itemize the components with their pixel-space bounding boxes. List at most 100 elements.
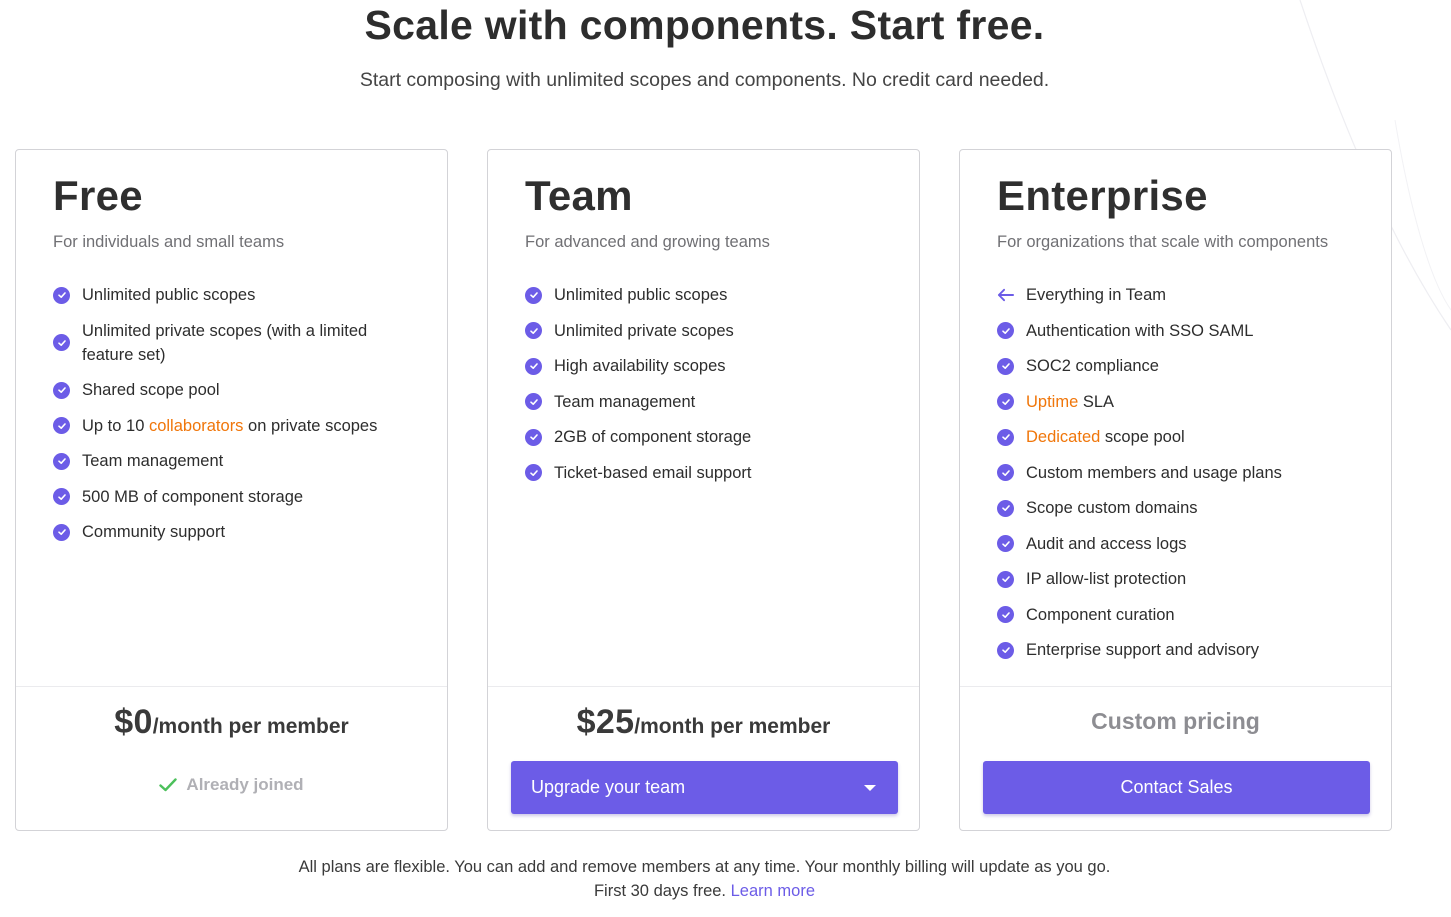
feature-text: Unlimited private scopes <box>554 321 734 340</box>
check-circle-icon <box>53 417 70 434</box>
feature-list: Everything in Team Authentication with S… <box>997 283 1367 674</box>
feature-item: Team management <box>525 390 895 414</box>
check-circle-icon <box>997 535 1014 552</box>
feature-item: Unlimited public scopes <box>525 283 895 307</box>
card-divider <box>960 686 1391 687</box>
price-period: /month per member <box>634 715 831 738</box>
check-circle-icon <box>997 570 1014 588</box>
plan-card-free: Free For individuals and small teams Unl… <box>15 149 448 831</box>
check-circle-icon <box>53 286 70 304</box>
feature-item: Everything in Team <box>997 283 1367 307</box>
plan-price: $25/month per member <box>488 703 919 742</box>
plan-name: Enterprise <box>997 172 1208 219</box>
feature-text-post: SLA <box>1078 392 1115 411</box>
button-label: Contact Sales <box>1120 777 1233 797</box>
feature-text: Enterprise support and advisory <box>1026 641 1259 659</box>
arrow-left-icon <box>997 287 1014 304</box>
card-divider <box>16 686 447 687</box>
plan-description: For individuals and small teams <box>53 233 285 251</box>
check-circle-icon <box>997 464 1014 481</box>
check-circle-icon <box>997 393 1014 410</box>
feature-text: 2GB of component storage <box>554 428 752 446</box>
caret-down-icon <box>864 784 876 791</box>
plan-description: For organizations that scale with compon… <box>997 233 1329 251</box>
feature-item: 500 MB of component storage <box>53 485 423 509</box>
check-circle-icon <box>997 641 1014 659</box>
feature-text: Dedicated scope pool <box>1026 425 1185 449</box>
plan-name: Team <box>525 172 633 219</box>
check-circle-icon <box>997 322 1014 339</box>
feature-text-pre: Up to 10 <box>82 416 149 435</box>
feature-item: Custom members and usage plans <box>997 461 1367 485</box>
feature-item: Unlimited private scopes <box>525 319 895 343</box>
check-circle-icon <box>53 334 70 351</box>
feature-text: Team management <box>82 452 224 470</box>
footer-line-2: First 30 days free. <box>593 882 727 900</box>
feature-item: High availability scopes <box>525 354 895 378</box>
uptime-link[interactable]: Uptime <box>1026 393 1078 411</box>
check-circle-icon <box>53 452 70 470</box>
plan-price: $0/month per member <box>16 703 447 742</box>
feature-text: Ticket-based email support <box>554 463 752 482</box>
feature-item: Shared scope pool <box>53 378 423 402</box>
check-circle-icon <box>997 606 1014 623</box>
feature-item: SOC2 compliance <box>997 354 1367 378</box>
feature-text: Unlimited public scopes <box>554 286 728 304</box>
upgrade-team-button[interactable]: Upgrade your team <box>511 761 898 814</box>
plan-card-team: Team For advanced and growing teams Unli… <box>487 149 920 831</box>
feature-item: Community support <box>53 520 423 544</box>
feature-text: Community support <box>82 523 226 541</box>
feature-text-post: scope pool <box>1100 428 1185 446</box>
footer-note: All plans are flexible. You can add and … <box>0 855 1409 903</box>
page-title: Scale with components. Start free. <box>364 2 1045 48</box>
price-amount: $0 <box>114 703 153 741</box>
feature-text: Up to 10 collaborators on private scopes <box>82 414 377 438</box>
feature-text: 500 MB of component storage <box>82 487 304 506</box>
feature-item: Dedicated scope pool <box>997 425 1367 449</box>
status-text: Already joined <box>186 775 304 794</box>
plan-card-enterprise: Enterprise For organizations that scale … <box>959 149 1392 831</box>
checkmark-icon <box>159 778 178 792</box>
collaborators-link[interactable]: collaborators <box>149 417 243 435</box>
feature-text: Authentication with SSO SAML <box>1026 321 1254 340</box>
card-divider <box>488 686 919 687</box>
feature-item: Audit and access logs <box>997 532 1367 556</box>
feature-item: Unlimited private scopes (with a limited… <box>53 319 423 367</box>
already-joined-status: Already joined <box>16 775 447 795</box>
feature-text: Unlimited public scopes <box>82 286 256 304</box>
check-circle-icon <box>997 428 1014 446</box>
custom-pricing: Custom pricing <box>1091 708 1260 734</box>
feature-item: Team management <box>53 449 423 473</box>
feature-text: Shared scope pool <box>82 381 220 399</box>
check-circle-icon <box>525 464 542 481</box>
check-circle-icon <box>525 322 542 339</box>
page-subtitle: Start composing with unlimited scopes an… <box>359 69 1050 91</box>
check-circle-icon <box>525 286 542 304</box>
feature-text: IP allow-list protection <box>1026 570 1187 588</box>
price-period: /month per member <box>152 715 349 738</box>
check-circle-icon <box>525 393 542 410</box>
feature-text: Unlimited private scopes (with a limited… <box>82 321 368 364</box>
feature-item: Enterprise support and advisory <box>997 638 1367 662</box>
feature-text: Custom members and usage plans <box>1026 463 1282 482</box>
check-circle-icon <box>997 499 1014 517</box>
button-label: Upgrade your team <box>531 777 686 797</box>
feature-text: Uptime SLA <box>1026 390 1114 414</box>
feature-text: Everything in Team <box>1026 286 1167 304</box>
check-circle-icon <box>53 381 70 399</box>
plan-name: Free <box>53 172 143 219</box>
check-circle-icon <box>525 428 542 446</box>
feature-text: Component curation <box>1026 605 1175 624</box>
feature-text: Scope custom domains <box>1026 499 1198 517</box>
feature-item: IP allow-list protection <box>997 567 1367 591</box>
feature-item: Component curation <box>997 603 1367 627</box>
feature-item: Scope custom domains <box>997 496 1367 520</box>
feature-item: Ticket-based email support <box>525 461 895 485</box>
dedicated-link[interactable]: Dedicated <box>1026 428 1100 446</box>
footer-line-1: All plans are flexible. You can add and … <box>298 858 1111 876</box>
learn-more-link[interactable]: Learn more <box>731 882 815 900</box>
feature-item: Unlimited public scopes <box>53 283 423 307</box>
contact-sales-button[interactable]: Contact Sales <box>983 761 1370 814</box>
check-circle-icon <box>997 357 1014 375</box>
feature-text: Team management <box>554 392 696 411</box>
